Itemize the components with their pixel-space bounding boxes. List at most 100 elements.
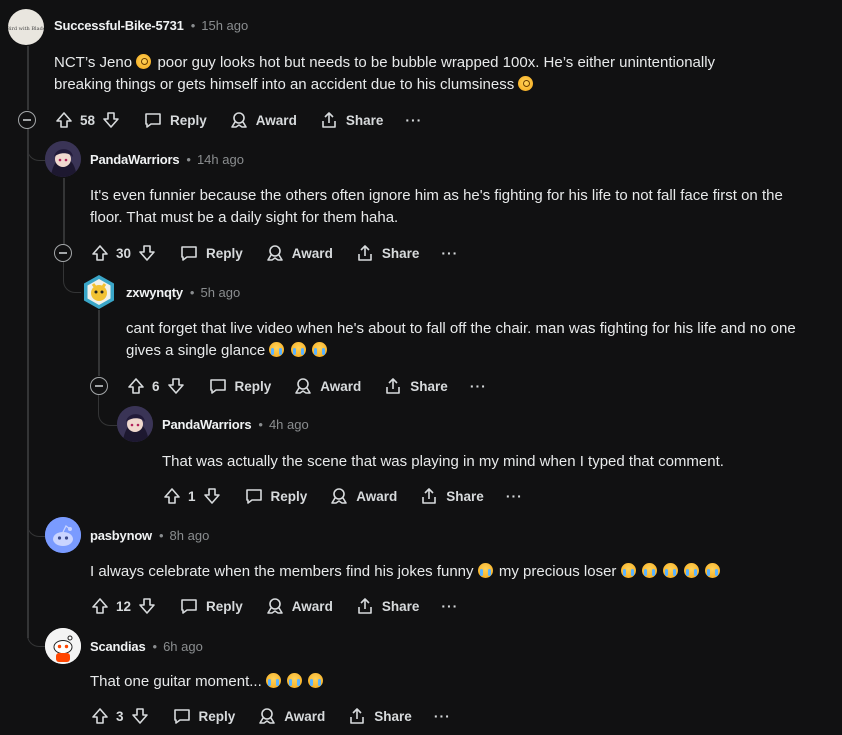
award-button[interactable]: Award bbox=[229, 110, 297, 130]
timestamp[interactable]: 4h ago bbox=[269, 417, 309, 432]
vote-group: 12 bbox=[90, 596, 157, 616]
reply-label: Reply bbox=[198, 708, 236, 724]
share-button[interactable]: Share bbox=[347, 706, 412, 726]
comment-actions: 6 Reply Award Share ··· bbox=[126, 374, 487, 398]
arrow-down-icon[interactable] bbox=[137, 243, 157, 263]
reply-button[interactable]: Reply bbox=[143, 110, 207, 130]
crying-emoji-icon bbox=[641, 563, 657, 578]
avatar[interactable] bbox=[45, 517, 81, 553]
ellipsis-icon[interactable]: ··· bbox=[506, 488, 523, 504]
reply-button[interactable]: Reply bbox=[244, 486, 307, 506]
award-label: Award bbox=[284, 708, 326, 724]
collapse-minus-icon[interactable] bbox=[18, 111, 36, 129]
arrow-down-icon[interactable] bbox=[202, 486, 222, 506]
avatar-image bbox=[45, 141, 81, 177]
author-name[interactable]: Scandias bbox=[90, 639, 146, 654]
comment-bubble-icon bbox=[173, 709, 190, 724]
thread-line-l2 bbox=[98, 310, 100, 376]
comment-bubble-icon bbox=[181, 599, 197, 614]
author-name[interactable]: PandaWarriors bbox=[90, 152, 180, 167]
avatar[interactable] bbox=[81, 274, 117, 310]
arrow-up-icon[interactable] bbox=[90, 243, 110, 263]
arrow-up-icon[interactable] bbox=[54, 110, 74, 130]
share-button[interactable]: Share bbox=[319, 110, 383, 130]
separator-dot: • bbox=[189, 285, 195, 300]
comment-text: my precious loser bbox=[498, 563, 617, 580]
award-icon bbox=[266, 245, 283, 261]
thread-line-root-children bbox=[27, 128, 29, 638]
author-name[interactable]: pasbynow bbox=[90, 528, 152, 543]
comment-text: cant forget that live video when he's ab… bbox=[126, 320, 796, 359]
award-button[interactable]: Award bbox=[329, 486, 397, 506]
thread-curve bbox=[98, 395, 117, 426]
share-icon bbox=[358, 598, 372, 614]
vote-group: 58 bbox=[54, 110, 121, 130]
ellipsis-icon[interactable]: ··· bbox=[434, 708, 451, 724]
award-icon bbox=[295, 378, 312, 394]
author-name[interactable]: PandaWarriors bbox=[162, 417, 252, 432]
share-button[interactable]: Share bbox=[355, 243, 419, 263]
author-name[interactable]: zxwynqty bbox=[126, 285, 183, 300]
award-label: Award bbox=[291, 245, 333, 261]
arrow-down-icon[interactable] bbox=[130, 706, 150, 726]
ellipsis-icon[interactable]: ··· bbox=[470, 378, 487, 394]
vote-group: 3 bbox=[90, 706, 150, 726]
reply-button[interactable]: Reply bbox=[172, 706, 236, 726]
timestamp[interactable]: 14h ago bbox=[197, 152, 244, 167]
arrow-up-icon[interactable] bbox=[90, 596, 110, 616]
collapse-minus-icon[interactable] bbox=[54, 244, 72, 262]
avatar[interactable]: Bird with Blade bbox=[8, 9, 44, 45]
award-button[interactable]: Award bbox=[265, 596, 333, 616]
arrow-up-icon[interactable] bbox=[126, 376, 146, 396]
timestamp[interactable]: 15h ago bbox=[201, 18, 248, 33]
timestamp[interactable]: 8h ago bbox=[170, 528, 210, 543]
comment-actions: 30 Reply Award Share ··· bbox=[90, 241, 458, 265]
separator-dot: • bbox=[158, 528, 164, 543]
award-button[interactable]: Award bbox=[265, 243, 333, 263]
collapse-minus-icon[interactable] bbox=[90, 377, 108, 395]
comment-body: cant forget that live video when he's ab… bbox=[126, 318, 816, 362]
share-icon bbox=[350, 708, 365, 724]
comment-body: NCT’s Jeno poor guy looks hot but needs … bbox=[54, 52, 774, 96]
arrow-up-icon[interactable] bbox=[162, 486, 182, 506]
thread-line-root bbox=[27, 46, 29, 110]
arrow-down-icon[interactable] bbox=[101, 110, 121, 130]
share-button[interactable]: Share bbox=[383, 376, 448, 396]
share-button[interactable]: Share bbox=[419, 486, 484, 506]
thread-curve bbox=[27, 128, 46, 161]
vote-score: 12 bbox=[116, 598, 132, 614]
avatar[interactable] bbox=[45, 628, 81, 664]
comment-header: pasbynow • 8h ago bbox=[90, 528, 209, 543]
reply-button[interactable]: Reply bbox=[208, 376, 271, 396]
ellipsis-icon[interactable]: ··· bbox=[405, 112, 422, 128]
vote-score: 30 bbox=[116, 245, 132, 261]
arrow-down-icon[interactable] bbox=[137, 596, 157, 616]
separator-dot: • bbox=[152, 639, 158, 654]
ellipsis-icon[interactable]: ··· bbox=[441, 245, 458, 261]
arrow-up-icon[interactable] bbox=[90, 706, 110, 726]
svg-text:Bird with Blade: Bird with Blade bbox=[8, 26, 44, 32]
comment-text: It's even funnier because the others oft… bbox=[90, 187, 783, 226]
author-name[interactable]: Successful-Bike-5731 bbox=[54, 18, 184, 33]
crying-emoji-icon bbox=[662, 563, 678, 578]
award-button[interactable]: Award bbox=[257, 706, 325, 726]
share-button[interactable]: Share bbox=[355, 596, 419, 616]
crying-emoji-icon bbox=[311, 342, 327, 357]
timestamp[interactable]: 5h ago bbox=[200, 285, 240, 300]
avatar[interactable] bbox=[45, 141, 81, 177]
award-icon bbox=[259, 708, 276, 724]
reply-label: Reply bbox=[170, 112, 207, 128]
reply-button[interactable]: Reply bbox=[179, 243, 243, 263]
award-button[interactable]: Award bbox=[293, 376, 361, 396]
avatar-image bbox=[45, 517, 81, 553]
comment-bubble-icon bbox=[209, 379, 226, 394]
reply-button[interactable]: Reply bbox=[179, 596, 243, 616]
share-icon bbox=[358, 245, 372, 261]
thread-curve bbox=[27, 504, 46, 537]
share-label: Share bbox=[410, 378, 448, 394]
avatar[interactable] bbox=[117, 406, 153, 442]
ellipsis-icon[interactable]: ··· bbox=[441, 598, 458, 614]
reply-label: Reply bbox=[206, 598, 243, 614]
timestamp[interactable]: 6h ago bbox=[163, 639, 203, 654]
arrow-down-icon[interactable] bbox=[166, 376, 186, 396]
